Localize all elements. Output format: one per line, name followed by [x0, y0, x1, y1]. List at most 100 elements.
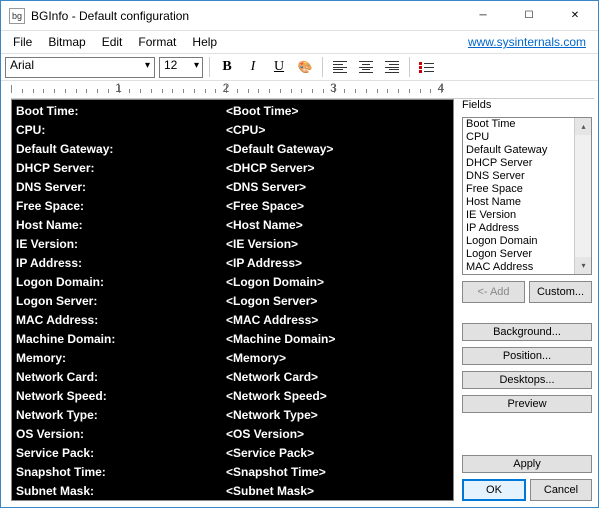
editor-field-value: <Network Type>: [226, 406, 318, 425]
font-size-select[interactable]: 12: [159, 57, 203, 78]
menu-edit[interactable]: Edit: [94, 33, 131, 51]
editor-row: Memory:<Memory>: [16, 349, 449, 368]
editor-field-label: DNS Server:: [16, 178, 226, 197]
editor-field-label: Machine Domain:: [16, 330, 226, 349]
editor-field-value: <Default Gateway>: [226, 140, 333, 159]
fields-item[interactable]: IP Address: [463, 222, 591, 235]
editor-field-label: Default Gateway:: [16, 140, 226, 159]
underline-button[interactable]: U: [268, 56, 290, 78]
editor-row: Subnet Mask:<Subnet Mask>: [16, 482, 449, 501]
menu-bitmap[interactable]: Bitmap: [40, 33, 93, 51]
editor-row: OS Version:<OS Version>: [16, 425, 449, 444]
editor-row: CPU:<CPU>: [16, 121, 449, 140]
minimize-button[interactable]: ─: [460, 1, 506, 30]
editor-field-value: <MAC Address>: [226, 311, 318, 330]
app-icon: bg: [9, 8, 25, 24]
menubar: File Bitmap Edit Format Help www.sysinte…: [1, 31, 598, 53]
fields-item[interactable]: Host Name: [463, 196, 591, 209]
fields-scrollbar[interactable]: [574, 118, 591, 274]
editor-field-value: <Machine Domain>: [226, 330, 335, 349]
menu-format[interactable]: Format: [130, 33, 184, 51]
editor-row: IE Version:<IE Version>: [16, 235, 449, 254]
apply-button[interactable]: Apply: [462, 455, 592, 473]
fields-listbox[interactable]: Boot TimeCPUDefault GatewayDHCP ServerDN…: [462, 117, 592, 275]
editor-row: Network Type:<Network Type>: [16, 406, 449, 425]
editor-field-value: <CPU>: [226, 121, 265, 140]
editor-row: Service Pack:<Service Pack>: [16, 444, 449, 463]
custom-button[interactable]: Custom...: [529, 281, 592, 303]
editor-field-label: CPU:: [16, 121, 226, 140]
editor-field-label: Subnet Mask:: [16, 482, 226, 501]
maximize-button[interactable]: ☐: [506, 1, 552, 30]
editor-row: Logon Server:<Logon Server>: [16, 292, 449, 311]
editor-field-label: DHCP Server:: [16, 159, 226, 178]
editor-field-value: <Logon Domain>: [226, 273, 324, 292]
fields-item[interactable]: Default Gateway: [463, 144, 591, 157]
color-button[interactable]: 🎨: [294, 56, 316, 78]
bullets-button[interactable]: [416, 56, 438, 78]
editor-field-value: <IE Version>: [226, 235, 298, 254]
ruler[interactable]: 1234: [11, 81, 594, 99]
editor-field-label: MAC Address:: [16, 311, 226, 330]
fields-item[interactable]: IE Version: [463, 209, 591, 222]
titlebar: bg BGInfo - Default configuration ─ ☐ ✕: [1, 1, 598, 31]
editor-row: Snapshot Time:<Snapshot Time>: [16, 463, 449, 482]
editor-row: Host Name:<Host Name>: [16, 216, 449, 235]
editor-row: Network Card:<Network Card>: [16, 368, 449, 387]
editor-field-value: <Service Pack>: [226, 444, 314, 463]
editor-area[interactable]: Boot Time:<Boot Time>CPU:<CPU>Default Ga…: [11, 99, 454, 501]
menu-file[interactable]: File: [5, 33, 40, 51]
align-center-button[interactable]: [355, 56, 377, 78]
format-toolbar: Arial 12 B I U 🎨: [1, 53, 598, 81]
fields-item[interactable]: Free Space: [463, 183, 591, 196]
editor-field-label: IE Version:: [16, 235, 226, 254]
editor-field-value: <Boot Time>: [226, 102, 298, 121]
editor-field-label: IP Address:: [16, 254, 226, 273]
editor-field-label: Host Name:: [16, 216, 226, 235]
editor-field-value: <Network Speed>: [226, 387, 327, 406]
editor-field-value: <Logon Server>: [226, 292, 317, 311]
fields-item[interactable]: MAC Address: [463, 261, 591, 274]
ok-button[interactable]: OK: [462, 479, 526, 501]
editor-field-value: <DHCP Server>: [226, 159, 315, 178]
align-left-button[interactable]: [329, 56, 351, 78]
preview-button[interactable]: Preview: [462, 395, 592, 413]
menu-help[interactable]: Help: [184, 33, 225, 51]
close-button[interactable]: ✕: [552, 1, 598, 30]
bold-button[interactable]: B: [216, 56, 238, 78]
sysinternals-link[interactable]: www.sysinternals.com: [468, 35, 586, 49]
position-button[interactable]: Position...: [462, 347, 592, 365]
fields-item[interactable]: DHCP Server: [463, 157, 591, 170]
fields-label: Fields: [462, 99, 592, 111]
fields-item[interactable]: Boot Time: [463, 118, 591, 131]
editor-row: IP Address:<IP Address>: [16, 254, 449, 273]
editor-field-label: Network Speed:: [16, 387, 226, 406]
editor-row: Logon Domain:<Logon Domain>: [16, 273, 449, 292]
editor-field-label: Boot Time:: [16, 102, 226, 121]
editor-field-value: <Snapshot Time>: [226, 463, 326, 482]
editor-field-label: Logon Domain:: [16, 273, 226, 292]
add-button[interactable]: <- Add: [462, 281, 525, 303]
editor-row: MAC Address:<MAC Address>: [16, 311, 449, 330]
fields-item[interactable]: Logon Domain: [463, 235, 591, 248]
fields-item[interactable]: Logon Server: [463, 248, 591, 261]
editor-field-label: OS Version:: [16, 425, 226, 444]
editor-field-label: Service Pack:: [16, 444, 226, 463]
cancel-button[interactable]: Cancel: [530, 479, 592, 501]
desktops-button[interactable]: Desktops...: [462, 371, 592, 389]
italic-button[interactable]: I: [242, 56, 264, 78]
editor-field-value: <IP Address>: [226, 254, 302, 273]
editor-field-value: <DNS Server>: [226, 178, 306, 197]
fields-item[interactable]: DNS Server: [463, 170, 591, 183]
editor-row: Free Space:<Free Space>: [16, 197, 449, 216]
editor-field-value: <Subnet Mask>: [226, 482, 314, 501]
editor-field-label: Free Space:: [16, 197, 226, 216]
fields-item[interactable]: CPU: [463, 131, 591, 144]
align-right-button[interactable]: [381, 56, 403, 78]
background-button[interactable]: Background...: [462, 323, 592, 341]
editor-field-label: Network Type:: [16, 406, 226, 425]
editor-field-value: <Free Space>: [226, 197, 304, 216]
window-title: BGInfo - Default configuration: [31, 9, 460, 23]
editor-row: Boot Time:<Boot Time>: [16, 102, 449, 121]
font-select[interactable]: Arial: [5, 57, 155, 78]
